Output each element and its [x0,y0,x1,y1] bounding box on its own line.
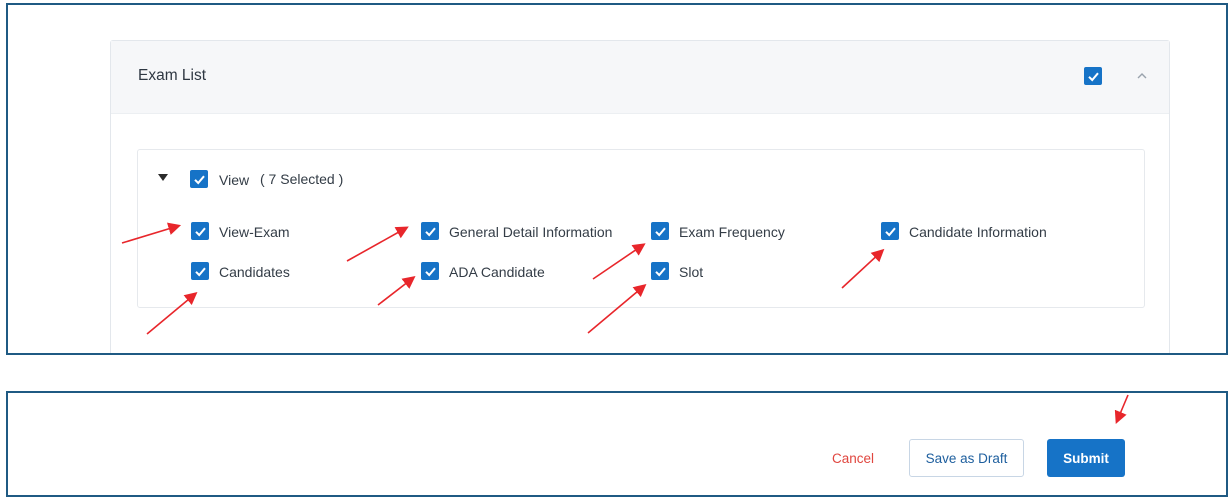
caret-down-icon[interactable] [158,174,168,181]
selected-count: ( 7 Selected ) [260,171,344,187]
general-detail-checkbox[interactable] [421,222,439,240]
submit-button[interactable]: Submit [1047,439,1125,477]
cancel-button[interactable]: Cancel [823,439,883,477]
select-all-checkbox[interactable] [1084,67,1102,85]
form-footer-screenshot: Cancel Save as Draft Submit [6,391,1228,497]
card-header[interactable]: Exam List [111,41,1169,114]
chevron-up-icon[interactable] [1134,68,1150,84]
card-title: Exam List [138,67,207,84]
check-icon [193,175,205,184]
view-group-checkbox[interactable] [190,170,208,188]
permission-panel: View ( 7 Selected ) View-Exam General De… [137,149,1145,308]
permission-label: Candidate Information [909,224,1047,240]
check-icon [654,227,666,236]
candidate-information-checkbox[interactable] [881,222,899,240]
slot-checkbox[interactable] [651,262,669,280]
permission-label: Candidates [219,264,290,280]
permission-label: View-Exam [219,224,290,240]
check-icon [424,267,436,276]
check-icon [194,227,206,236]
check-icon [424,227,436,236]
permission-label: Slot [679,264,704,280]
save-as-draft-button[interactable]: Save as Draft [909,439,1024,477]
permission-label: Exam Frequency [679,224,785,240]
view-exam-checkbox[interactable] [191,222,209,240]
check-icon [884,227,896,236]
permission-label: General Detail Information [449,224,613,240]
view-group-label: View [219,172,250,188]
ada-candidate-checkbox[interactable] [421,262,439,280]
candidates-checkbox[interactable] [191,262,209,280]
check-icon [194,267,206,276]
check-icon [654,267,666,276]
exam-list-screenshot: Exam List View ( 7 Selected ) View-Exam … [6,3,1228,355]
exam-frequency-checkbox[interactable] [651,222,669,240]
check-icon [1087,72,1099,81]
permission-label: ADA Candidate [449,264,545,280]
exam-list-card: Exam List View ( 7 Selected ) View-Exam … [110,40,1170,353]
